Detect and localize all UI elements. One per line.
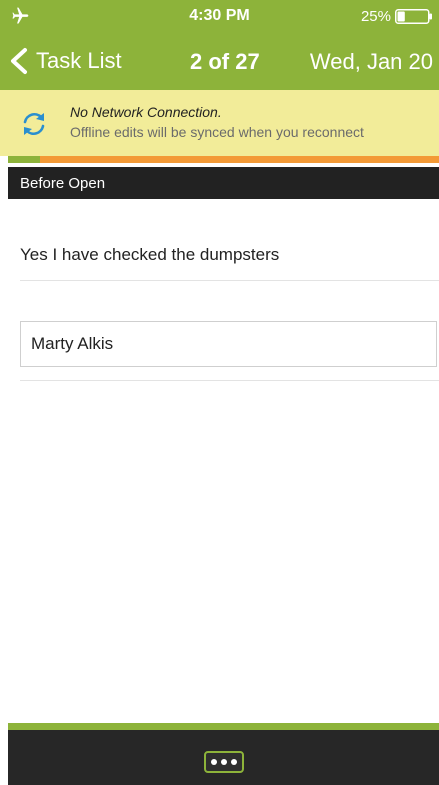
checklist-answer[interactable]: Yes I have checked the dumpsters bbox=[20, 245, 279, 265]
task-date: Wed, Jan 20 bbox=[309, 49, 433, 74]
name-input[interactable] bbox=[20, 321, 437, 367]
sync-icon bbox=[23, 112, 45, 136]
chevron-left-icon bbox=[11, 48, 27, 74]
battery-fill bbox=[397, 11, 405, 22]
more-options-button[interactable] bbox=[204, 751, 244, 773]
bottom-toolbar bbox=[8, 730, 439, 785]
more-dots-icon bbox=[231, 759, 237, 765]
task-progress-bar bbox=[8, 156, 439, 163]
more-dots-icon bbox=[211, 759, 217, 765]
task-progress-fill bbox=[8, 156, 40, 163]
section-header: Before Open bbox=[8, 167, 439, 199]
offline-title: No Network Connection. bbox=[70, 104, 222, 120]
more-dots-icon bbox=[221, 759, 227, 765]
divider bbox=[20, 280, 439, 281]
back-to-task-list-button[interactable]: Task List bbox=[8, 32, 168, 90]
offline-message: Offline edits will be synced when you re… bbox=[70, 124, 364, 140]
battery-percent: 25% bbox=[360, 8, 391, 25]
section-title: Before Open bbox=[20, 175, 106, 192]
toolbar-accent bbox=[8, 723, 439, 730]
task-detail-screen: 4:30 PM 25% Task List 2 of 27 Wed, Jan 2… bbox=[0, 0, 439, 785]
back-label: Task List bbox=[36, 48, 122, 73]
task-counter: 2 of 27 bbox=[190, 49, 260, 74]
offline-banner: No Network Connection. Offline edits wil… bbox=[0, 90, 439, 156]
divider bbox=[20, 380, 439, 381]
status-bar: 4:30 PM 25% bbox=[0, 0, 439, 32]
battery-icon bbox=[395, 9, 432, 24]
navigation-bar: Task List 2 of 27 Wed, Jan 20 bbox=[0, 32, 439, 90]
